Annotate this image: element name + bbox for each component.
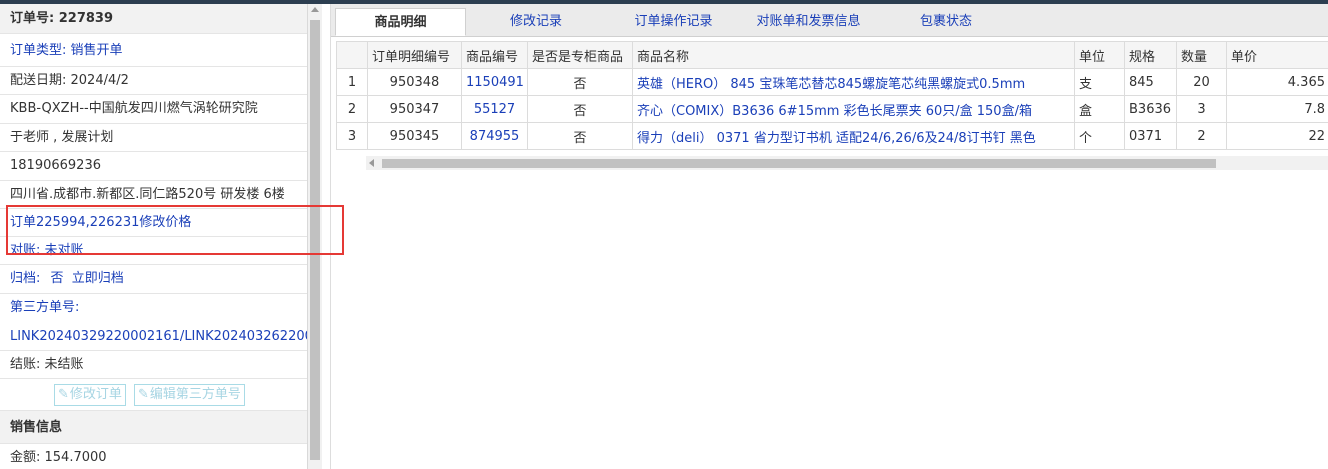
header-unit-price[interactable]: 单价	[1226, 41, 1328, 69]
archive-label: 归档:	[10, 271, 41, 286]
product-name-link[interactable]: 得力（deli） 0371 省力型订书机 适配24/6,26/6及24/8订书钉…	[632, 122, 1075, 150]
scroll-left-arrow-icon[interactable]	[369, 159, 374, 167]
header-quantity[interactable]: 数量	[1176, 41, 1227, 69]
settlement-status: 结账: 未结账	[0, 351, 307, 379]
edit-third-party-button[interactable]: ✎编辑第三方单号	[134, 384, 245, 406]
tab-bar: 商品明细 修改记录 订单操作记录 对账单和发票信息 包裹状态	[331, 4, 1328, 37]
third-party-label: 第三方单号:	[10, 300, 80, 315]
unit-price: 22	[1226, 122, 1328, 150]
header-detail-no[interactable]: 订单明细编号	[367, 41, 462, 69]
spec: 0371	[1124, 122, 1177, 150]
unit: 支	[1074, 68, 1125, 96]
row-index: 1	[336, 68, 368, 96]
quantity: 20	[1176, 68, 1227, 96]
unit: 个	[1074, 122, 1125, 150]
third-party-number: LINK20240329220002161/LINK20240326220002…	[0, 323, 307, 351]
table-horizontal-scrollbar[interactable]	[366, 156, 1328, 170]
header-counter-product[interactable]: 是否是专柜商品	[527, 41, 633, 69]
delivery-date: 配送日期: 2024/4/2	[0, 67, 307, 95]
tab-order-operation-records[interactable]: 订单操作记录	[601, 8, 746, 36]
edit-third-party-label: 编辑第三方单号	[149, 387, 241, 402]
row-index: 3	[336, 122, 368, 150]
product-detail-table: 订单明细编号 商品编号 是否是专柜商品 商品名称 单位 规格 数量 单价 1 9…	[336, 41, 1328, 150]
product-code-link[interactable]: 874955	[461, 122, 528, 150]
order-type: 订单类型: 销售开单	[0, 34, 307, 67]
table-row[interactable]: 2 950347 55127 否 齐心（COMIX）B3636 6#15mm 彩…	[336, 95, 1328, 123]
amount: 金额: 154.7000	[10, 450, 107, 465]
edit-icon: ✎	[58, 387, 69, 402]
quantity: 2	[1176, 122, 1227, 150]
row-index: 2	[336, 95, 368, 123]
detail-no: 950345	[367, 122, 462, 150]
product-code-link[interactable]: 55127	[461, 95, 528, 123]
scroll-up-arrow-icon[interactable]	[311, 7, 319, 12]
sales-info-header: 销售信息	[0, 411, 307, 444]
counter-product: 否	[527, 68, 633, 96]
edit-order-button[interactable]: ✎修改订单	[54, 384, 126, 406]
quantity: 3	[1176, 95, 1227, 123]
detail-no: 950347	[367, 95, 462, 123]
counter-product: 否	[527, 95, 633, 123]
header-unit[interactable]: 单位	[1074, 41, 1125, 69]
archive-now-link[interactable]: 立即归档	[72, 271, 124, 286]
header-product-name[interactable]: 商品名称	[632, 41, 1075, 69]
tab-package-status[interactable]: 包裹状态	[891, 8, 1001, 36]
order-number-header: 订单号: 227839	[0, 4, 307, 34]
counter-product: 否	[527, 122, 633, 150]
header-product-code[interactable]: 商品编号	[461, 41, 528, 69]
edit-icon: ✎	[138, 387, 149, 402]
product-code-link[interactable]: 1150491	[461, 68, 528, 96]
product-name-link[interactable]: 英雄（HERO） 845 宝珠笔芯替芯845螺旋笔芯纯黑螺旋式0.5mm	[632, 68, 1075, 96]
unit-price: 7.8	[1226, 95, 1328, 123]
spec: B3636	[1124, 95, 1177, 123]
scrollbar-thumb[interactable]	[382, 159, 1216, 168]
header-spec[interactable]: 规格	[1124, 41, 1177, 69]
phone-number: 18190669236	[0, 152, 307, 181]
table-header-row: 订单明细编号 商品编号 是否是专柜商品 商品名称 单位 规格 数量 单价	[336, 41, 1328, 69]
edit-order-label: 修改订单	[69, 387, 122, 402]
archive-value: 否	[50, 271, 64, 286]
detail-panel: 商品明细 修改记录 订单操作记录 对账单和发票信息 包裹状态 订单明细编号 商品…	[330, 4, 1328, 469]
product-name-link[interactable]: 齐心（COMIX）B3636 6#15mm 彩色长尾票夹 60只/盒 150盒/…	[632, 95, 1075, 123]
tab-statement-invoice[interactable]: 对账单和发票信息	[741, 8, 876, 36]
table-row[interactable]: 1 950348 1150491 否 英雄（HERO） 845 宝珠笔芯替芯84…	[336, 68, 1328, 96]
unit-price: 4.365	[1226, 68, 1328, 96]
tab-modify-records[interactable]: 修改记录	[476, 8, 596, 36]
detail-no: 950348	[367, 68, 462, 96]
table-row[interactable]: 3 950345 874955 否 得力（deli） 0371 省力型订书机 适…	[336, 122, 1328, 150]
spec: 845	[1124, 68, 1177, 96]
action-button-row: ✎修改订单 ✎编辑第三方单号	[0, 379, 307, 411]
unit: 盒	[1074, 95, 1125, 123]
highlight-annotation-box	[6, 205, 344, 255]
archive-row: 归档: 否 立即归档	[0, 265, 307, 294]
tab-product-details[interactable]: 商品明细	[335, 8, 466, 36]
header-index	[336, 41, 368, 69]
customer-name: KBB-QXZH--中国航发四川燃气涡轮研究院	[0, 95, 307, 124]
contact-person: 于老师 , 发展计划	[0, 124, 307, 152]
